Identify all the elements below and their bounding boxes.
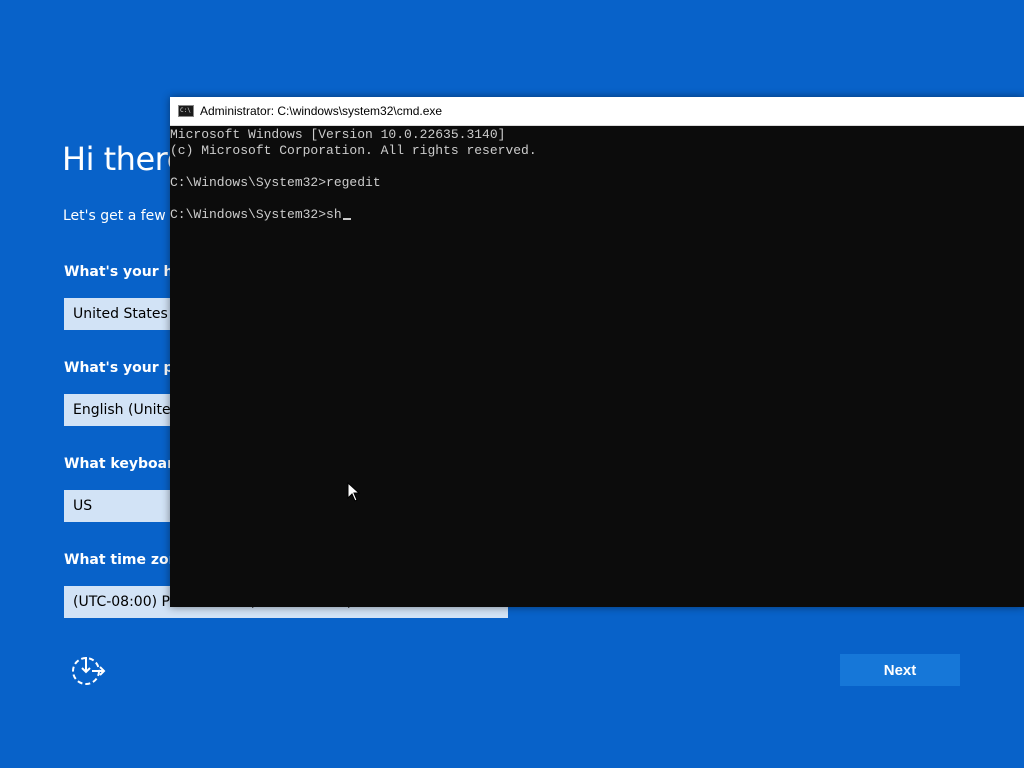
country-value: United States	[73, 306, 168, 322]
page-title: Hi there	[62, 140, 186, 178]
mouse-pointer-icon	[347, 482, 361, 502]
cmd-icon: C:\	[178, 105, 194, 117]
console-line: Microsoft Windows [Version 10.0.22635.31…	[170, 127, 506, 142]
console-line: (c) Microsoft Corporation. All rights re…	[170, 143, 537, 158]
next-button[interactable]: Next	[840, 654, 960, 686]
console-line: C:\Windows\System32>regedit	[170, 175, 381, 190]
text-cursor	[342, 218, 351, 220]
accessibility-icon[interactable]	[70, 652, 106, 688]
cmd-title: Administrator: C:\windows\system32\cmd.e…	[200, 104, 443, 118]
cmd-console[interactable]: Microsoft Windows [Version 10.0.22635.31…	[170, 127, 1024, 607]
cmd-titlebar[interactable]: C:\ Administrator: C:\windows\system32\c…	[170, 97, 1024, 126]
console-prompt-line[interactable]: C:\Windows\System32>sh	[170, 207, 1024, 223]
cmd-window[interactable]: C:\ Administrator: C:\windows\system32\c…	[170, 97, 1024, 607]
keyboard-value: US	[73, 498, 93, 514]
console-prompt-text: C:\Windows\System32>sh	[170, 207, 342, 222]
